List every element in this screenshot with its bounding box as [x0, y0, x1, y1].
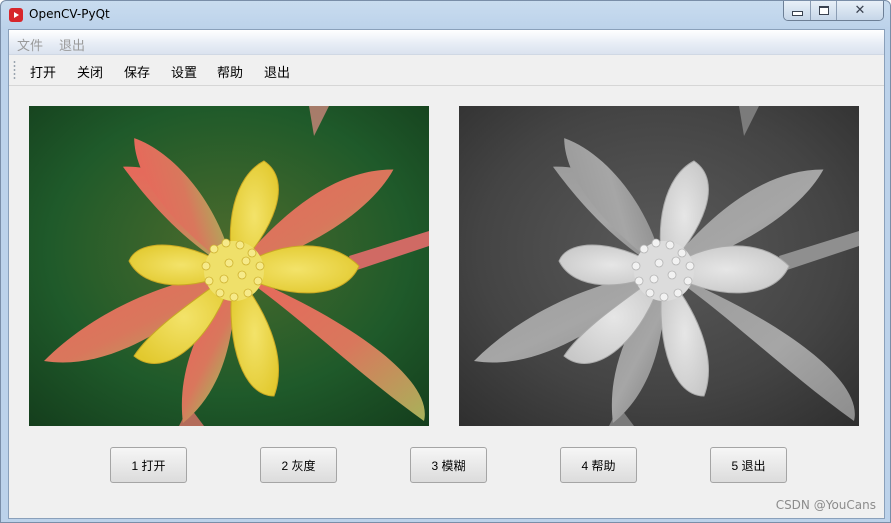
original-image	[29, 106, 429, 426]
toolbar-grip[interactable]	[13, 60, 16, 80]
help-button[interactable]: 4 帮助	[560, 447, 637, 483]
exit-button[interactable]: 5 退出	[710, 447, 787, 483]
toolbar: 打开 关闭 保存 设置 帮助 退出	[9, 55, 884, 86]
grayscale-image	[459, 106, 859, 426]
open-button[interactable]: 1 打开	[110, 447, 187, 483]
window-controls: ✕	[783, 1, 884, 21]
minimize-icon	[791, 11, 803, 16]
blur-button[interactable]: 3 模糊	[410, 447, 487, 483]
app-window: OpenCV-PyQt ✕ 文件 退出 打开 关闭 保存 设置 帮助 退出 1 …	[0, 0, 891, 523]
menu-file[interactable]: 文件	[17, 35, 43, 54]
toolbar-help-button[interactable]: 帮助	[217, 62, 243, 81]
close-icon: ✕	[854, 3, 866, 18]
grayscale-button[interactable]: 2 灰度	[260, 447, 337, 483]
flower-gray-image	[459, 106, 859, 426]
maximize-button[interactable]	[811, 1, 837, 20]
main-window-content: 文件 退出 打开 关闭 保存 设置 帮助 退出 1 打开 2 灰度 3 模糊 4…	[8, 29, 885, 519]
title-bar[interactable]: OpenCV-PyQt ✕	[1, 1, 890, 29]
window-title: OpenCV-PyQt	[29, 7, 110, 21]
maximize-icon	[818, 6, 829, 15]
minimize-button[interactable]	[784, 1, 811, 20]
toolbar-open-button[interactable]: 打开	[30, 62, 56, 81]
toolbar-exit-button[interactable]: 退出	[264, 62, 290, 81]
flower-color-image	[29, 106, 429, 426]
toolbar-save-button[interactable]: 保存	[124, 62, 150, 81]
close-button[interactable]: ✕	[837, 1, 883, 20]
toolbar-close-button[interactable]: 关闭	[77, 62, 103, 81]
menu-exit[interactable]: 退出	[59, 35, 85, 54]
app-icon	[9, 8, 23, 22]
menu-bar: 文件 退出	[9, 30, 884, 55]
toolbar-settings-button[interactable]: 设置	[171, 62, 197, 81]
watermark: CSDN @YouCans	[775, 498, 876, 512]
